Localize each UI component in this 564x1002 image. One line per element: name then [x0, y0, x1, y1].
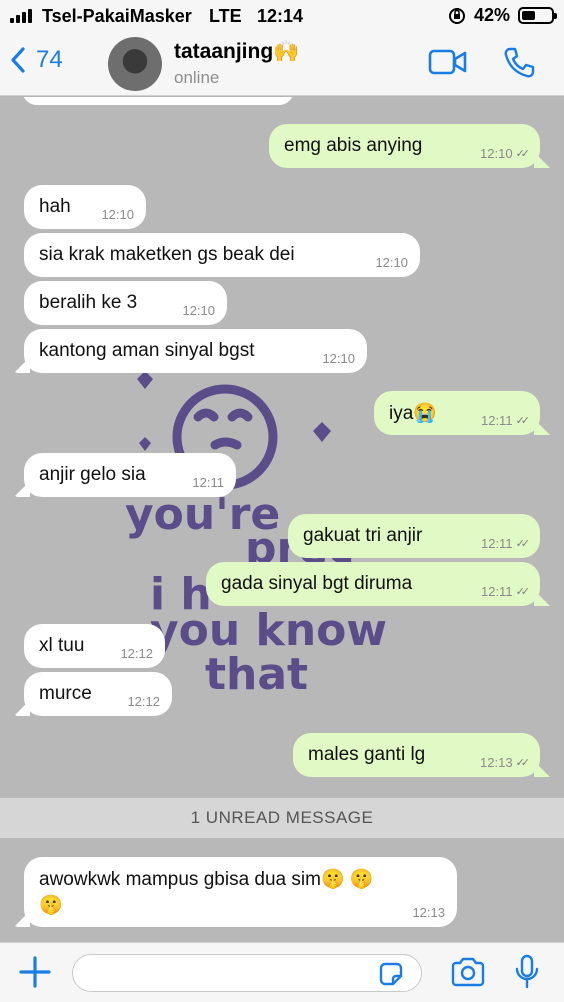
orientation-lock-icon: [448, 7, 465, 24]
message-bubble-in[interactable]: beralih ke 3 12:10: [24, 281, 227, 325]
message-text: sia krak maketken gs beak dei: [39, 244, 295, 265]
back-button[interactable]: 74: [10, 46, 63, 74]
message-bubble-in[interactable]: anjir gelo sia 12:11: [24, 453, 236, 497]
message-bubble-out[interactable]: emg abis anying 12:10 ✓✓: [269, 124, 540, 168]
phone-icon[interactable]: [502, 46, 536, 80]
message-time: 12:10: [322, 351, 355, 366]
message-text: kantong aman sinyal bgst: [39, 340, 255, 361]
status-bar: Tsel-PakaiMasker LTE 12:14 42%: [0, 0, 564, 32]
microphone-icon[interactable]: [514, 954, 540, 990]
read-ticks-icon: ✓✓: [515, 586, 531, 598]
message-bubble-in[interactable]: hah 12:10: [24, 185, 146, 229]
message-meta: 12:11 ✓✓: [480, 413, 531, 428]
message-text: murce: [39, 683, 92, 704]
message-text: hah: [39, 196, 71, 217]
message-text: iya😭: [389, 403, 437, 424]
message-meta: 12:11 ✓✓: [480, 536, 531, 551]
message-meta: 12:10 ✓✓: [480, 146, 531, 161]
message-bubble-out[interactable]: iya😭 12:11 ✓✓: [374, 391, 540, 435]
message-bubble-partial: [22, 97, 294, 105]
contact-status: online: [174, 68, 220, 87]
battery-icon: [518, 7, 557, 24]
message-time: 12:12: [120, 646, 153, 661]
chevron-left-icon: [11, 47, 25, 73]
message-text: xl tuu: [39, 635, 85, 656]
read-ticks-icon: ✓✓: [515, 148, 531, 160]
message-time: 12:10: [182, 303, 215, 318]
avatar[interactable]: [108, 37, 162, 91]
message-time: 12:10: [375, 255, 408, 270]
camera-icon[interactable]: [450, 957, 486, 987]
chat-area[interactable]: you're prec i h you know that emg abis a…: [0, 97, 564, 942]
message-bubble-in[interactable]: sia krak maketken gs beak dei 12:10: [24, 233, 420, 277]
message-bubble-out[interactable]: males ganti lg 12:13 ✓✓: [293, 733, 540, 777]
wallpaper-text-5: that: [205, 649, 308, 700]
signal-icon: [10, 9, 32, 23]
read-ticks-icon: ✓✓: [515, 757, 531, 769]
contact-name[interactable]: tataanjing🙌: [174, 40, 299, 64]
message-bubble-in[interactable]: murce 12:12: [24, 672, 172, 716]
battery-percent: 42%: [473, 5, 510, 25]
clock: 12:14: [257, 6, 304, 26]
message-text-line2: 🤫: [39, 895, 63, 916]
message-text: gakuat tri anjir: [303, 525, 423, 546]
message-bubble-in[interactable]: awowkwk mampus gbisa dua sim🤫 🤫 🤫 12:13: [24, 857, 457, 927]
carrier-name: Tsel-PakaiMasker: [42, 6, 192, 26]
message-text: beralih ke 3: [39, 292, 138, 313]
composer-bar: [0, 942, 564, 1002]
message-bubble-in[interactable]: xl tuu 12:12: [24, 624, 165, 668]
message-bubble-in[interactable]: kantong aman sinyal bgst 12:10: [24, 329, 367, 373]
message-bubble-out[interactable]: gakuat tri anjir 12:11 ✓✓: [288, 514, 540, 558]
message-text: males ganti lg: [308, 744, 426, 765]
message-text: gada sinyal bgt diruma: [221, 573, 413, 594]
network-type: LTE: [209, 6, 242, 26]
unread-banner: 1 UNREAD MESSAGE: [0, 798, 564, 838]
plus-icon[interactable]: [18, 955, 52, 989]
message-meta: 12:13 ✓✓: [480, 755, 531, 770]
video-camera-icon[interactable]: [428, 48, 468, 76]
read-ticks-icon: ✓✓: [515, 415, 531, 427]
message-time: 12:11: [192, 475, 224, 490]
read-ticks-icon: ✓✓: [515, 538, 531, 550]
message-text: emg abis anying: [284, 135, 423, 156]
message-input[interactable]: [72, 954, 422, 992]
message-time: 12:12: [127, 694, 160, 709]
message-meta: 12:11 ✓✓: [480, 584, 531, 599]
chat-header: 74 tataanjing🙌 online: [0, 32, 564, 96]
message-time: 12:10: [101, 207, 134, 222]
sticker-icon[interactable]: [377, 960, 405, 988]
message-text: awowkwk mampus gbisa dua sim🤫 🤫: [39, 869, 374, 890]
unread-count: 74: [36, 46, 63, 73]
message-bubble-out[interactable]: gada sinyal bgt diruma 12:11 ✓✓: [206, 562, 540, 606]
message-time: 12:13: [412, 905, 445, 920]
message-text: anjir gelo sia: [39, 464, 146, 485]
